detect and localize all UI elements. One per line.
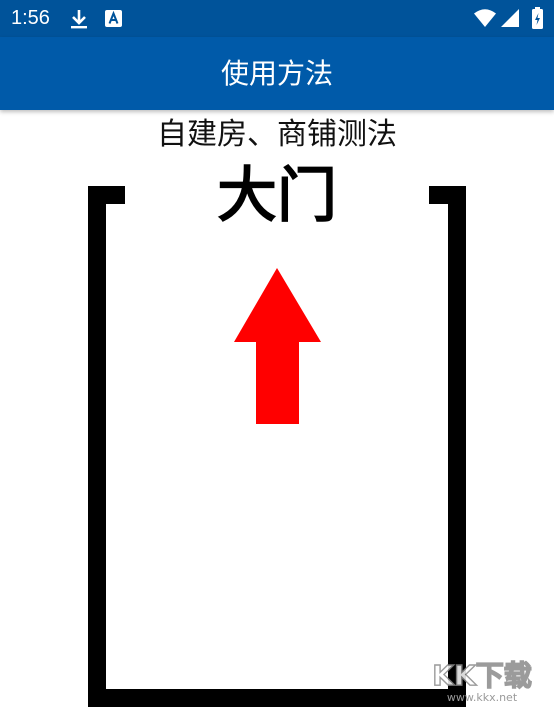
floor-plan-diagram: [88, 186, 466, 707]
svg-text:www.kkx.net: www.kkx.net: [447, 691, 518, 704]
svg-text:KK下载: KK下载: [432, 659, 531, 692]
kkx-watermark-logo: KK下载 www.kkx.net: [432, 658, 533, 704]
door-label: 大门: [217, 161, 337, 231]
entrance-arrow-icon: [234, 268, 321, 424]
